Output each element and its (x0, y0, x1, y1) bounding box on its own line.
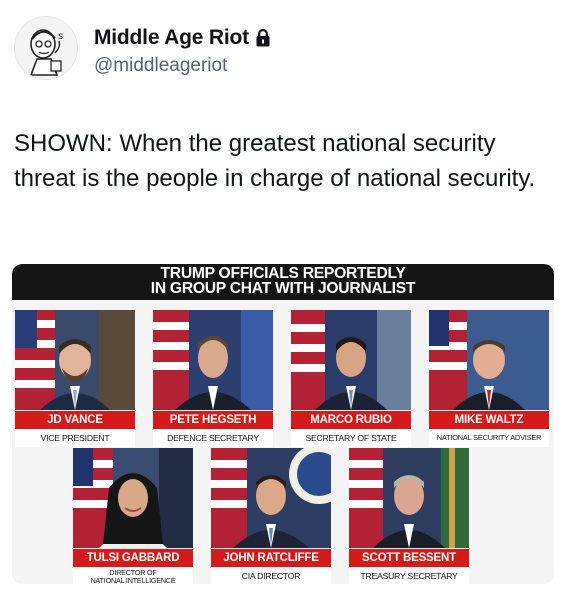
official-photo (211, 448, 331, 548)
official-name: JOHN RATCLIFFE (211, 549, 331, 567)
media-image[interactable]: TRUMP OFFICIALS REPORTEDLY IN GROUP CHAT… (12, 264, 554, 584)
lock-icon (255, 28, 271, 48)
official-name: MIKE WALTZ (429, 411, 549, 429)
official-photo (291, 310, 411, 410)
official-title: DIRECTOR OF NATIONAL INTELLIGENCE (73, 567, 193, 584)
official-photo (15, 310, 135, 410)
tweet-header: s Middle Age Riot @middleageriot (14, 16, 554, 80)
official-name: SCOTT BESSENT (349, 549, 469, 567)
author-display-name[interactable]: Middle Age Riot (94, 26, 249, 50)
official-title: TREASURY SECRETARY (349, 567, 469, 584)
official-name: JD VANCE (15, 411, 135, 429)
official-title: DEFENCE SECRETARY (153, 429, 273, 447)
official-name: MARCO RUBIO (291, 411, 411, 429)
svg-text:s: s (58, 31, 63, 42)
author-name-row: Middle Age Riot (94, 26, 271, 50)
official-name: PETE HEGSETH (153, 411, 273, 429)
official-title: VICE PRESIDENT (15, 429, 135, 447)
official-photo (73, 448, 193, 548)
official-title: CIA DIRECTOR (211, 567, 331, 584)
official-name: TULSI GABBARD (73, 549, 193, 567)
tweet-text: SHOWN: When the greatest national securi… (14, 130, 536, 192)
author-handle[interactable]: @middleageriot (94, 55, 227, 77)
image-banner: TRUMP OFFICIALS REPORTEDLY IN GROUP CHAT… (12, 264, 554, 300)
banner-line-2: IN GROUP CHAT WITH JOURNALIST (150, 280, 416, 297)
official-photo (153, 310, 273, 410)
official-photo (429, 310, 549, 410)
official-title: SECRETARY OF STATE (291, 429, 411, 447)
cartoon-man-avatar-icon: s (15, 17, 77, 79)
avatar[interactable]: s (14, 16, 78, 80)
official-title: NATIONAL SECURITY ADVISER (429, 429, 549, 447)
official-photo (349, 448, 469, 548)
